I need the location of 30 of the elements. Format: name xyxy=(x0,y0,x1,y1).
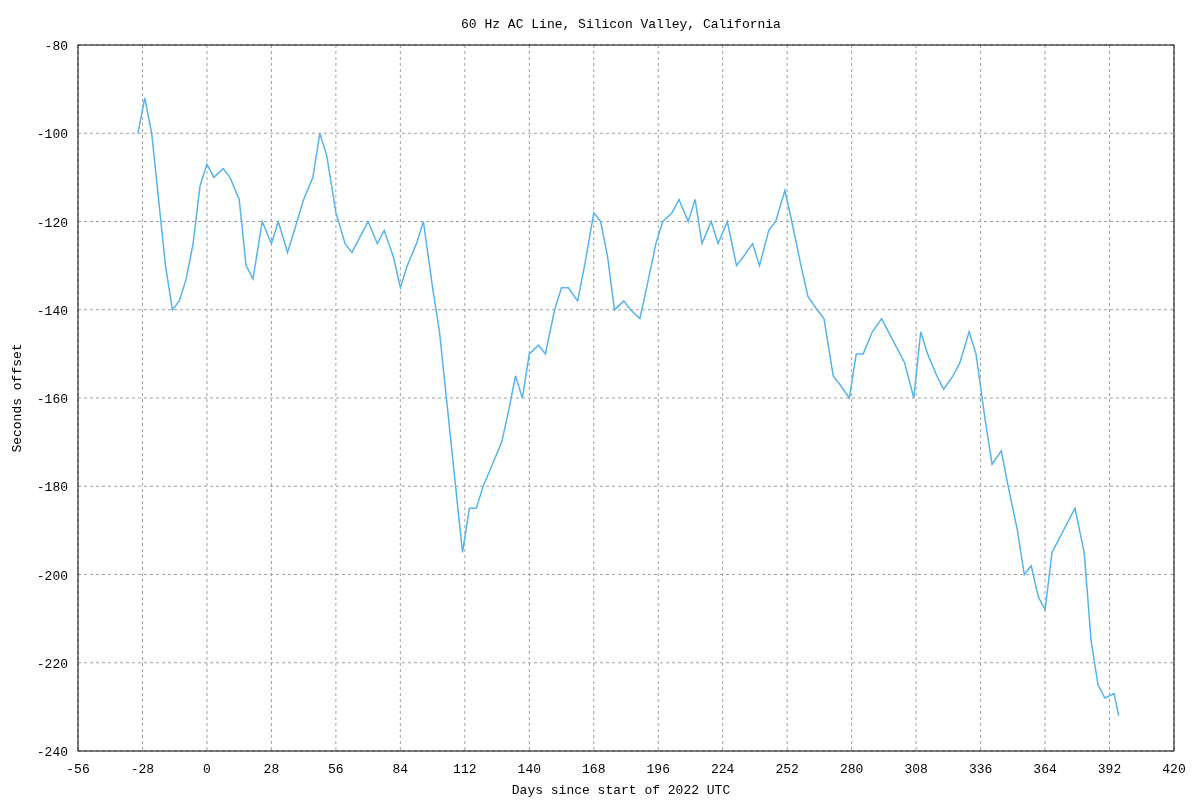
x-tick-label: 140 xyxy=(517,762,541,777)
y-tick-label: -140 xyxy=(36,303,68,319)
x-tick-label: 56 xyxy=(328,762,344,777)
y-tick-label: -80 xyxy=(44,39,68,54)
x-tick-label: 224 xyxy=(711,762,735,777)
y-axis-label: Seconds offset xyxy=(10,343,25,453)
x-tick-label: 196 xyxy=(646,762,670,777)
x-tick-label: 112 xyxy=(453,762,477,777)
x-tick-label: -56 xyxy=(66,762,90,777)
x-tick-label: 0 xyxy=(203,762,211,777)
x-tick-label: 336 xyxy=(968,762,993,777)
y-tick-label: -100 xyxy=(36,127,68,143)
x-axis-label: Days since start of 2022 UTC xyxy=(511,783,731,798)
x-tick-label: 28 xyxy=(263,762,280,777)
x-tick-label: -28 xyxy=(130,762,155,777)
y-tick-label: -220 xyxy=(36,656,68,672)
x-tick-label: 308 xyxy=(904,762,928,777)
x-tick-label: 84 xyxy=(392,762,409,777)
x-tick-label: 392 xyxy=(1097,762,1122,777)
x-tick-label: 280 xyxy=(839,762,864,777)
x-tick-label: 168 xyxy=(582,762,606,777)
x-tick-label: 252 xyxy=(775,762,799,777)
y-tick-label: -160 xyxy=(36,392,68,407)
y-tick-label: -180 xyxy=(36,480,68,496)
x-tick-label: 364 xyxy=(1033,762,1057,777)
x-tick-label: 420 xyxy=(1162,762,1186,777)
y-tick-label: -200 xyxy=(36,568,68,584)
y-tick-label: -120 xyxy=(36,215,68,231)
y-tick-label: -240 xyxy=(36,745,68,760)
chart-title: 60 Hz AC Line, Silicon Valley, California xyxy=(461,17,781,32)
